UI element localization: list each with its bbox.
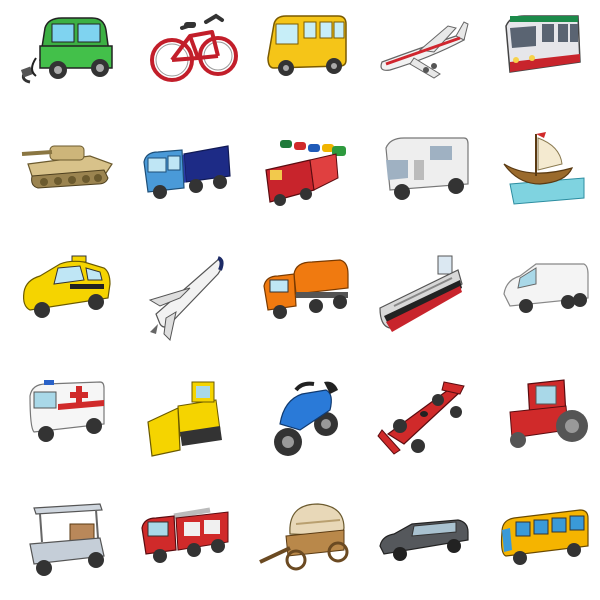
tank-icon [0, 120, 120, 240]
transport-icon-grid [0, 0, 600, 600]
fire-truck-icon [120, 480, 240, 600]
airplane-icon [360, 0, 480, 120]
golf-cart-icon [0, 480, 120, 600]
electric-car-icon [0, 0, 120, 120]
camper-van-icon [360, 120, 480, 240]
limousine-icon [360, 480, 480, 600]
taxi-icon [0, 240, 120, 360]
tractor-icon [480, 360, 600, 480]
covered-wagon-icon [240, 480, 360, 600]
semi-truck-icon [120, 120, 240, 240]
race-car-icon [360, 360, 480, 480]
toy-train-icon [240, 120, 360, 240]
space-shuttle-icon [120, 240, 240, 360]
cargo-ship-icon [360, 240, 480, 360]
sailing-ship-icon [480, 120, 600, 240]
bicycle-icon [120, 0, 240, 120]
tram-icon [480, 0, 600, 120]
motorcycle-icon [240, 360, 360, 480]
school-bus-icon [240, 0, 360, 120]
bus-icon [480, 480, 600, 600]
bulldozer-icon [120, 360, 240, 480]
white-van-icon [480, 240, 600, 360]
ambulance-icon [0, 360, 120, 480]
tanker-truck-icon [240, 240, 360, 360]
